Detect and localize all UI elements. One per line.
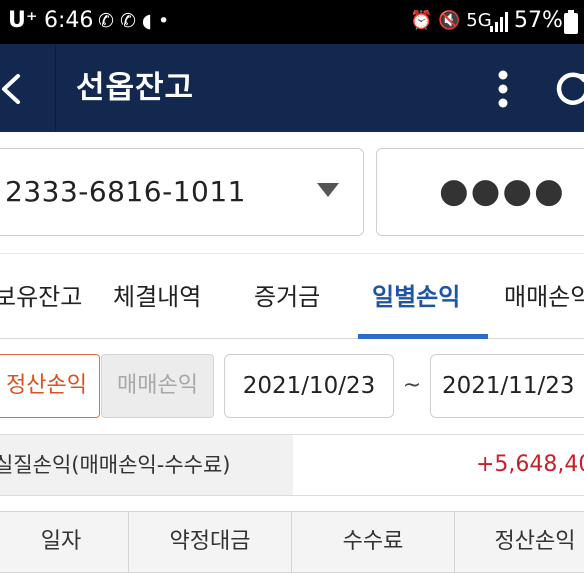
summary-label: 실질손익(매매손익-수수료) <box>0 453 231 477</box>
tab-executions[interactable]: 체결내역 <box>113 254 201 340</box>
end-date-input[interactable]: 2021/11/23 <box>430 354 584 418</box>
battery-percent: 57% <box>514 8 563 33</box>
tab-bar: 보유잔고 체결내역 증거금 일별손익 매매손익 <box>0 253 584 339</box>
signal-icon <box>490 12 508 32</box>
more-vertical-icon <box>498 70 508 108</box>
app-header: 선옵잔고 <box>0 44 584 132</box>
date-range-separator: ~ <box>402 373 422 398</box>
column-header-fee: 수수료 <box>292 512 455 572</box>
active-tab-indicator <box>358 334 488 339</box>
column-header-settlement-pnl: 정산손익 <box>494 529 576 554</box>
chevron-left-icon <box>2 74 20 104</box>
column-header-contract-amount: 약정대금 <box>129 512 292 572</box>
summary-value: +5,648,40 <box>476 452 584 477</box>
account-select[interactable]: 2333-6816-1011 <box>0 148 364 236</box>
status-bar: U⁺ 6:46 ✆ ✆ ◖ • ⏰ 🔇 5G 57% <box>0 0 584 44</box>
tab-margin[interactable]: 증거금 <box>254 254 320 340</box>
account-number: 2333-6816-1011 <box>5 175 246 208</box>
realized-pnl-summary: 실질손익(매매손익-수수료) +5,648,40 <box>0 434 584 496</box>
column-header-date: 일자 <box>0 512 129 572</box>
password-mask: ●●●● <box>439 171 566 211</box>
settlement-pnl-toggle[interactable]: 정산손익 <box>0 354 100 418</box>
back-button[interactable] <box>0 44 56 132</box>
more-menu-button[interactable] <box>480 62 526 114</box>
tab-holdings[interactable]: 보유잔고 <box>0 254 82 340</box>
notification-icons: ✆ ✆ ◖ • <box>98 10 170 32</box>
page-title: 선옵잔고 <box>76 70 195 106</box>
refresh-button[interactable] <box>538 62 584 114</box>
clock: 6:46 <box>44 8 94 33</box>
password-field[interactable]: ●●●● <box>376 148 584 236</box>
battery-icon <box>564 10 578 34</box>
dropdown-arrow-icon <box>317 183 339 197</box>
refresh-icon <box>556 72 584 105</box>
table-header: 일자 약정대금 수수료 정산손익 <box>0 511 584 573</box>
carrier-label: U⁺ <box>8 8 38 33</box>
summary-label-cell: 실질손익(매매손익-수수료) <box>0 435 293 495</box>
start-date-input[interactable]: 2021/10/23 <box>224 354 394 418</box>
trade-pnl-toggle[interactable]: 매매손익 <box>101 354 214 418</box>
tab-trade-pnl[interactable]: 매매손익 <box>504 254 584 340</box>
tab-daily-pnl[interactable]: 일별손익 <box>372 254 460 340</box>
system-icons: ⏰ 🔇 5G <box>410 10 492 31</box>
